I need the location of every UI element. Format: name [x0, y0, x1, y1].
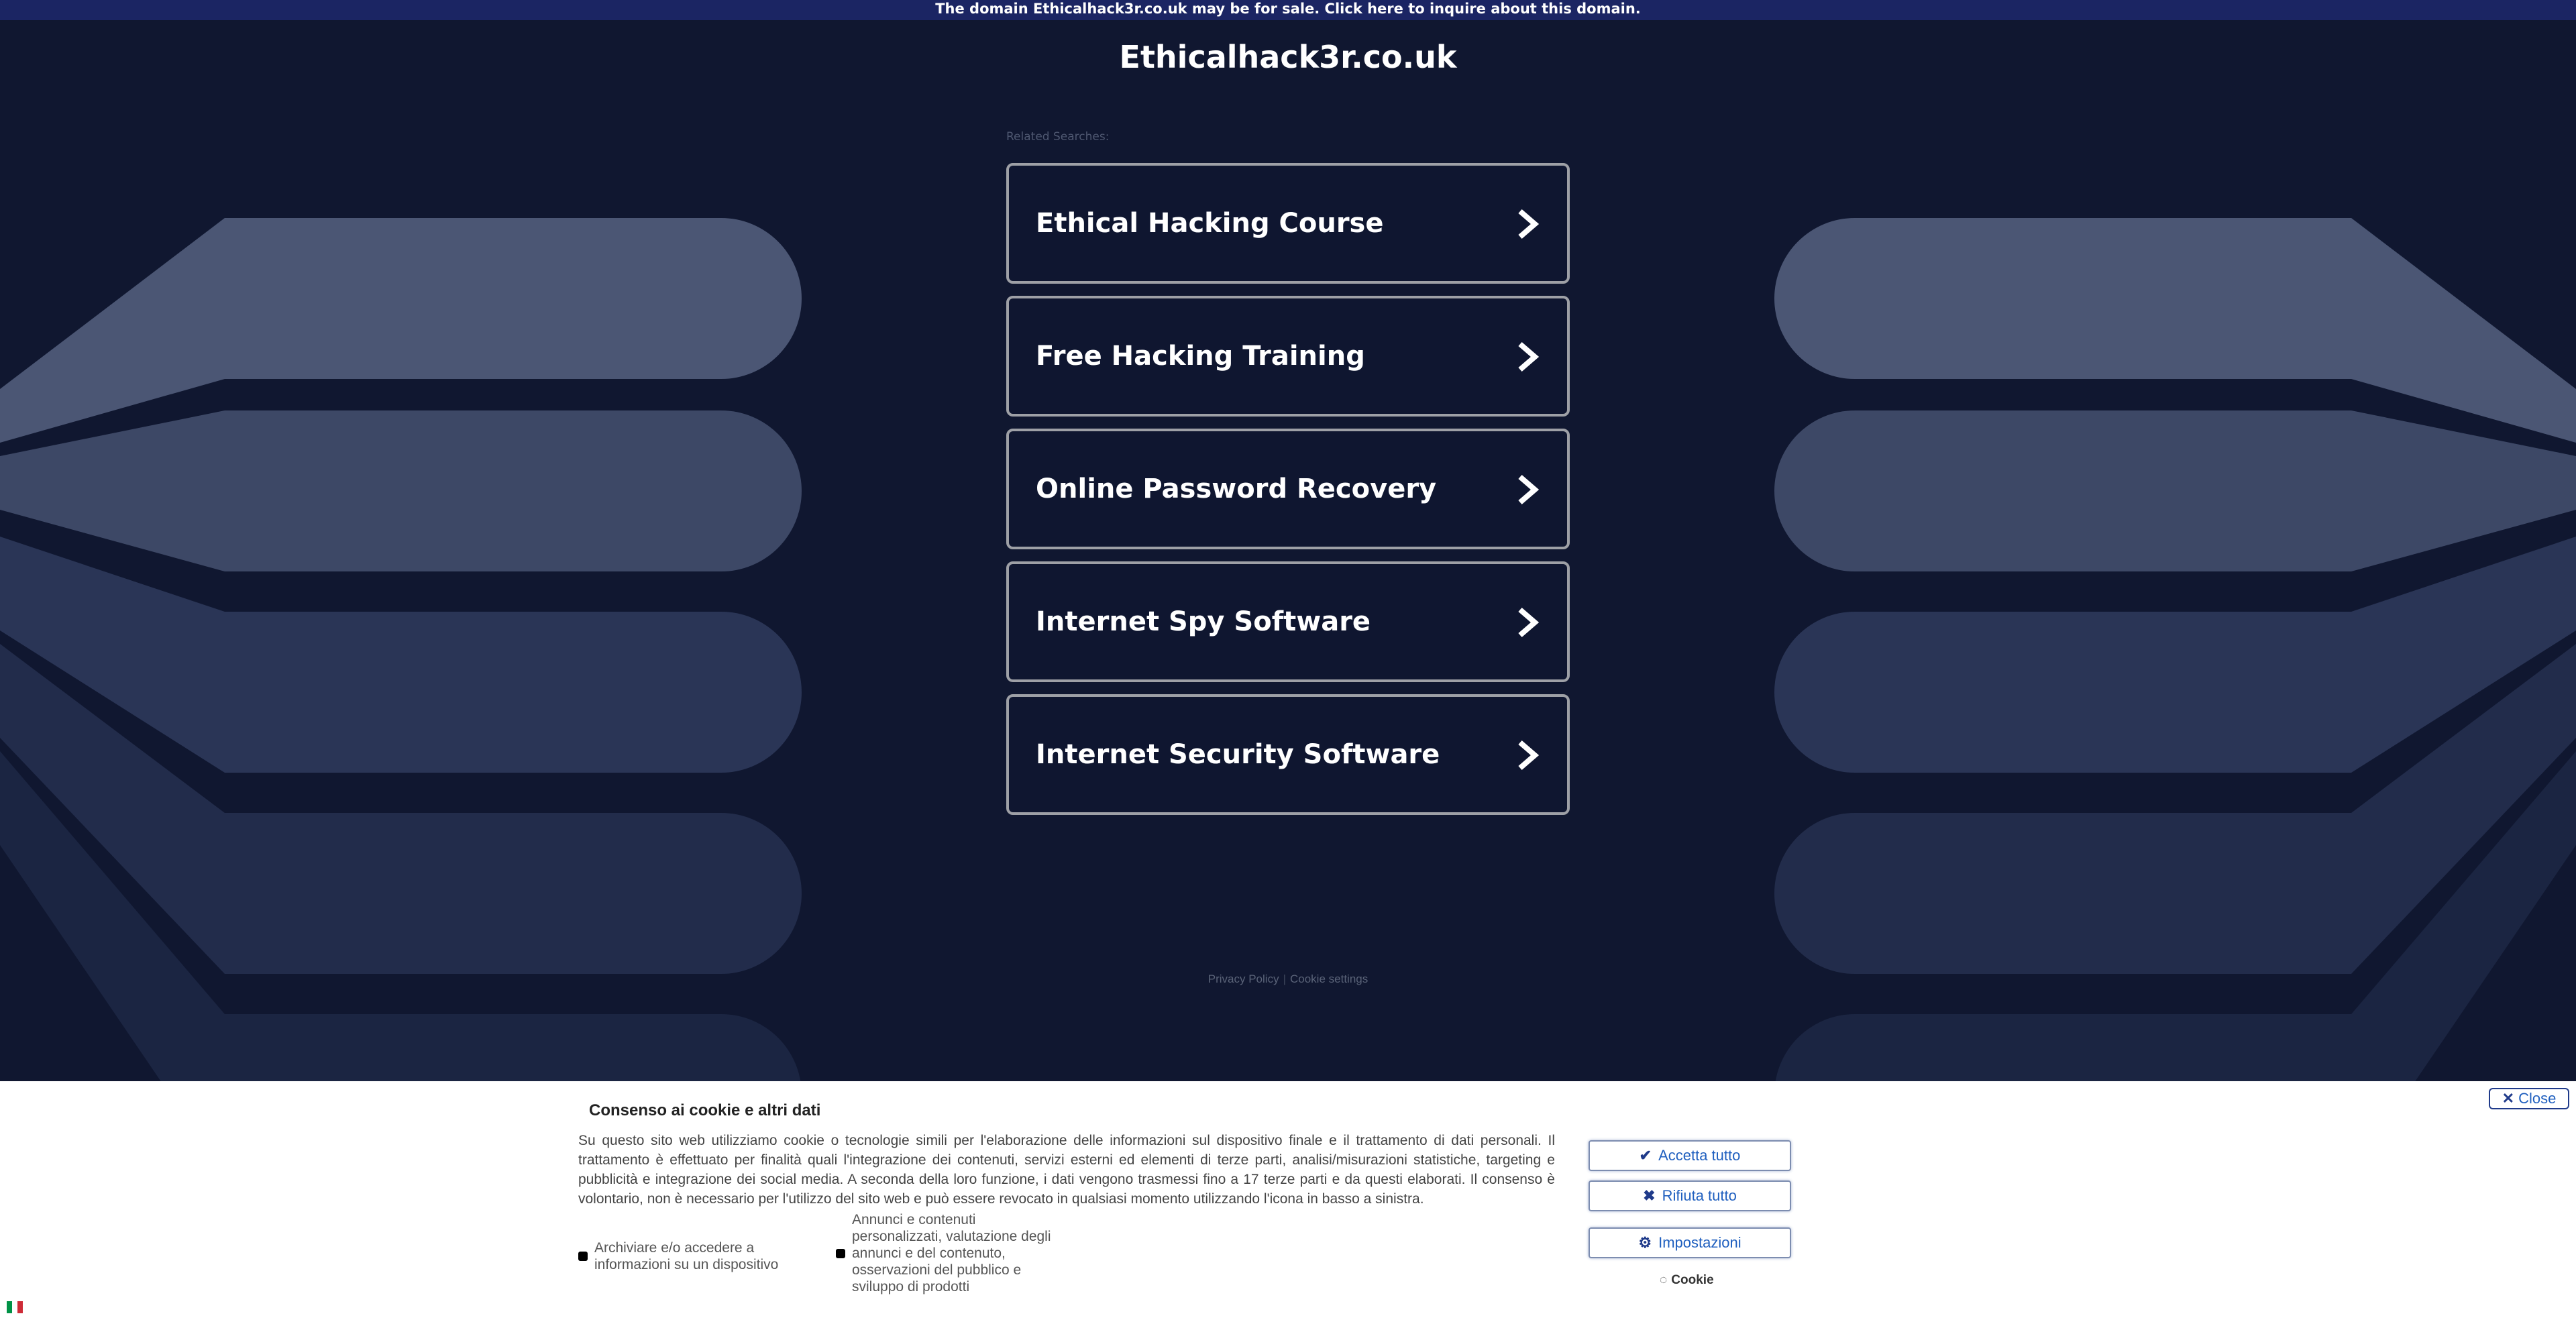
- related-search-link[interactable]: Free Hacking Training: [1006, 296, 1570, 417]
- cookie-consent-title: Consenso ai cookie e altri dati: [589, 1101, 821, 1119]
- close-button[interactable]: ✕ Close: [2489, 1088, 2569, 1109]
- related-search-label: Internet Security Software: [1036, 739, 1440, 770]
- related-search-link[interactable]: Ethical Hacking Course: [1006, 163, 1570, 284]
- cookie-consent-text: Su questo sito web utilizziamo cookie o …: [578, 1133, 1555, 1207]
- footer-separator: |: [1283, 973, 1286, 985]
- related-search-link[interactable]: Internet Spy Software: [1006, 561, 1570, 682]
- chevron-right-icon: [1518, 341, 1540, 372]
- close-label: Close: [2518, 1090, 2557, 1107]
- gear-icon: ⚙: [1638, 1234, 1652, 1251]
- cookie-settings-link[interactable]: Cookie settings: [1290, 973, 1368, 985]
- reject-all-label: Rifiuta tutto: [1662, 1187, 1737, 1204]
- related-search-label: Ethical Hacking Course: [1036, 208, 1384, 239]
- related-search-label: Internet Spy Software: [1036, 606, 1371, 637]
- related-searches-label: Related Searches:: [1006, 130, 1110, 144]
- related-search-link[interactable]: Internet Security Software: [1006, 694, 1570, 815]
- accept-all-label: Accetta tutto: [1658, 1147, 1741, 1164]
- chevron-right-icon: [1518, 209, 1540, 239]
- x-icon: ✖: [1643, 1187, 1656, 1204]
- check-icon: ✔: [1639, 1147, 1652, 1164]
- cookie-icon: ◌: [1660, 1273, 1668, 1287]
- chevron-right-icon: [1518, 740, 1540, 771]
- settings-button[interactable]: ⚙ Impostazioni: [1589, 1227, 1791, 1258]
- related-search-link[interactable]: Online Password Recovery: [1006, 429, 1570, 549]
- purpose-item[interactable]: Archiviare e/o accedere a informazioni s…: [578, 1239, 806, 1273]
- privacy-policy-link[interactable]: Privacy Policy: [1208, 973, 1279, 985]
- related-search-label: Free Hacking Training: [1036, 341, 1365, 372]
- purpose-item[interactable]: Annunci e contenuti personalizzati, valu…: [836, 1211, 1067, 1295]
- accept-all-button[interactable]: ✔ Accetta tutto: [1589, 1140, 1791, 1171]
- italy-flag-icon[interactable]: [7, 1301, 23, 1313]
- cookie-link-label: Cookie: [1671, 1273, 1714, 1287]
- purpose-label: Annunci e contenuti personalizzati, valu…: [852, 1212, 1051, 1294]
- purpose-checkbox[interactable]: [836, 1248, 845, 1258]
- reject-all-button[interactable]: ✖ Rifiuta tutto: [1589, 1180, 1791, 1211]
- chevron-right-icon: [1518, 474, 1540, 505]
- site-title: Ethicalhack3r.co.uk: [1119, 39, 1457, 75]
- settings-label: Impostazioni: [1658, 1234, 1741, 1251]
- domain-for-sale-banner[interactable]: The domain Ethicalhack3r.co.uk may be fo…: [0, 0, 2576, 20]
- related-searches-list: Ethical Hacking Course Free Hacking Trai…: [1006, 163, 1570, 827]
- related-search-label: Online Password Recovery: [1036, 474, 1437, 504]
- close-icon: ✕: [2502, 1090, 2515, 1107]
- footer-links: Privacy Policy | Cookie settings: [0, 973, 2576, 986]
- cookie-consent-panel: ✕ Close Consenso ai cookie e altri dati S…: [0, 1081, 2576, 1324]
- cookie-link[interactable]: ◌ Cookie: [1660, 1273, 1714, 1288]
- purpose-checkbox[interactable]: [578, 1252, 588, 1261]
- purpose-label: Archiviare e/o accedere a informazioni s…: [594, 1240, 779, 1272]
- chevron-right-icon: [1518, 607, 1540, 638]
